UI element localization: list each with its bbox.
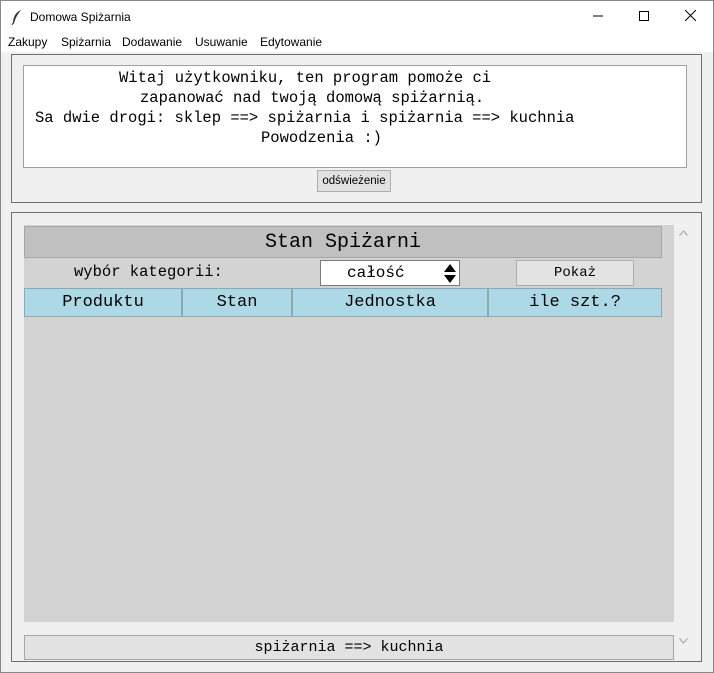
column-header-stock: Stan	[182, 288, 292, 317]
category-value[interactable]: całość	[347, 264, 405, 282]
pantry-to-kitchen-button[interactable]: spiżarnia ==> kuchnia	[24, 635, 674, 660]
menu-spizarnia[interactable]: Spiżarnia	[61, 35, 111, 49]
close-button[interactable]	[667, 1, 713, 32]
spin-up-icon[interactable]	[442, 262, 458, 273]
show-button[interactable]: Pokaż	[516, 260, 634, 286]
window-title: Domowa Spiżarnia	[30, 10, 131, 24]
category-label: wybór kategorii:	[74, 263, 223, 281]
menu-zakupy[interactable]: Zakupy	[8, 35, 47, 49]
welcome-line-2: zapanować nad twoją domową spiżarnią.	[140, 89, 485, 107]
maximize-icon	[639, 10, 649, 24]
spin-arrows	[442, 262, 458, 284]
pantry-panel: Stan Spiżarni wybór kategorii: całość Po…	[24, 225, 674, 660]
pantry-frame: Stan Spiżarni wybór kategorii: całość Po…	[11, 212, 702, 662]
menu-bar: Zakupy Spiżarnia Dodawanie Usuwanie Edyt…	[1, 32, 713, 52]
welcome-line-3: Sa dwie drogi: sklep ==> spiżarnia i spi…	[35, 109, 575, 127]
column-header-quantity: ile szt.?	[488, 288, 662, 317]
welcome-text-box: Witaj użytkowniku, ten program pomoże ci…	[23, 65, 687, 168]
chevron-down-icon[interactable]	[675, 632, 692, 649]
refresh-button[interactable]: odświeżenie	[317, 170, 391, 192]
welcome-frame: Witaj użytkowniku, ten program pomoże ci…	[11, 54, 702, 203]
minimize-icon	[593, 10, 603, 24]
maximize-button[interactable]	[621, 1, 667, 32]
menu-usuwanie[interactable]: Usuwanie	[195, 35, 248, 49]
category-spinbox[interactable]: całość	[320, 260, 460, 286]
welcome-line-4: Powodzenia :)	[261, 129, 382, 147]
menu-dodawanie[interactable]: Dodawanie	[122, 35, 182, 49]
column-header-unit: Jednostka	[292, 288, 488, 317]
app-window: Domowa Spiżarnia Zakupy Spiżarnia Dodawa…	[0, 0, 714, 673]
feather-icon	[11, 9, 23, 26]
chevron-up-icon[interactable]	[675, 224, 692, 241]
spin-down-icon[interactable]	[442, 273, 458, 284]
vertical-scrollbar[interactable]	[675, 224, 692, 649]
column-header-product: Produktu	[24, 288, 182, 317]
close-icon	[684, 9, 696, 24]
pantry-title: Stan Spiżarni	[24, 226, 662, 258]
minimize-button[interactable]	[575, 1, 621, 32]
menu-edytowanie[interactable]: Edytowanie	[260, 35, 322, 49]
title-bar: Domowa Spiżarnia	[1, 1, 713, 32]
welcome-line-1: Witaj użytkowniku, ten program pomoże ci	[119, 69, 492, 87]
